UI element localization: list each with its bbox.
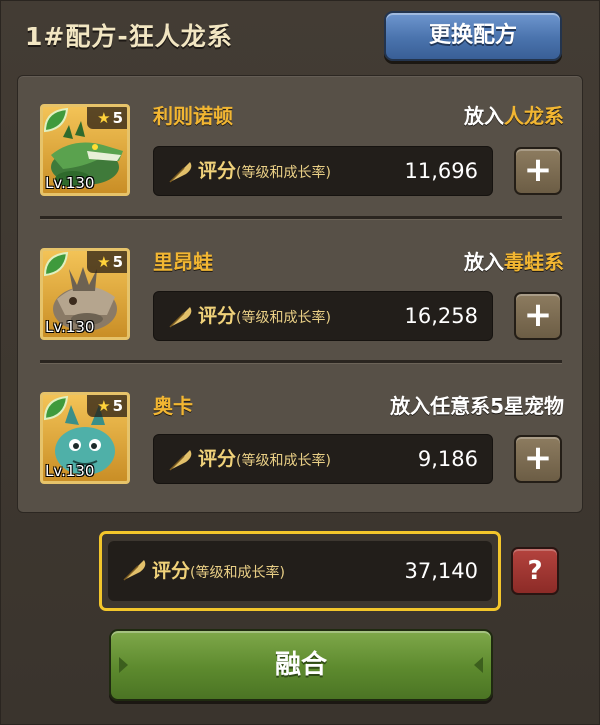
pet-name: 利则诺顿 <box>153 104 233 128</box>
star-badge: ★ 5 <box>87 107 127 129</box>
fuse-label: 融合 <box>274 650 327 680</box>
score-value: 9,186 <box>417 447 478 471</box>
place-instruction: 放入任意系5星宠物 <box>390 394 564 418</box>
pet-card-1[interactable]: ★ 5 Lv.130 <box>40 104 130 196</box>
divider <box>40 216 562 220</box>
feather-icon <box>123 560 146 581</box>
total-score-bar: 评分(等级和成长率) 37,140 <box>108 541 492 601</box>
pet-level: Lv.130 <box>45 462 95 480</box>
add-pet-button[interactable]: + <box>514 292 562 340</box>
star-icon: ★ <box>97 397 111 415</box>
fuse-button[interactable]: 融合 <box>109 629 493 701</box>
feather-icon <box>169 450 192 471</box>
score-label: 评分(等级和成长率) <box>198 305 331 327</box>
pet-score-bar: 评分(等级和成长率) 11,696 <box>153 146 493 196</box>
divider <box>40 360 562 364</box>
total-score-value: 37,140 <box>404 559 478 583</box>
pet-name: 里昂蛙 <box>153 250 213 274</box>
score-label: 评分(等级和成长率) <box>198 160 331 182</box>
pet-score-bar: 评分(等级和成长率) 16,258 <box>153 291 493 341</box>
score-value: 11,696 <box>404 159 478 183</box>
star-badge: ★ 5 <box>87 395 127 417</box>
total-score-box: 评分(等级和成长率) 37,140 <box>99 531 501 611</box>
element-leaf-icon <box>43 251 69 277</box>
recipe-title: 1#配方-狂人龙系 <box>25 22 233 51</box>
feather-icon <box>169 307 192 328</box>
element-leaf-icon <box>43 107 69 133</box>
place-instruction: 放入人龙系 <box>464 104 564 128</box>
star-badge: ★ 5 <box>87 251 127 273</box>
pet-slots-panel: ★ 5 Lv.130 利则诺顿 放入人龙系 评分(等级和成长率) 11,696 + <box>17 75 583 513</box>
change-recipe-button[interactable]: 更换配方 <box>384 11 562 61</box>
add-pet-button[interactable]: + <box>514 435 562 483</box>
place-instruction: 放入毒蛙系 <box>464 250 564 274</box>
help-button[interactable]: ? <box>511 547 559 595</box>
star-icon: ★ <box>97 109 111 127</box>
pet-level: Lv.130 <box>45 318 95 336</box>
pet-card-3[interactable]: ★ 5 Lv.130 <box>40 392 130 484</box>
left-arrow-icon <box>119 657 128 673</box>
pet-card-2[interactable]: ★ 5 Lv.130 <box>40 248 130 340</box>
score-value: 16,258 <box>404 304 478 328</box>
pet-name: 奥卡 <box>153 394 193 418</box>
element-leaf-icon <box>43 395 69 421</box>
add-pet-button[interactable]: + <box>514 147 562 195</box>
fusion-panel: 1#配方-狂人龙系 更换配方 ★ 5 Lv.130 利则诺顿 放入人龙系 评分(… <box>0 0 600 725</box>
right-arrow-icon <box>474 657 483 673</box>
total-score-label: 评分(等级和成长率) <box>152 560 285 582</box>
score-label: 评分(等级和成长率) <box>198 448 331 470</box>
star-icon: ★ <box>97 253 111 271</box>
pet-score-bar: 评分(等级和成长率) 9,186 <box>153 434 493 484</box>
pet-level: Lv.130 <box>45 174 95 192</box>
feather-icon <box>169 162 192 183</box>
